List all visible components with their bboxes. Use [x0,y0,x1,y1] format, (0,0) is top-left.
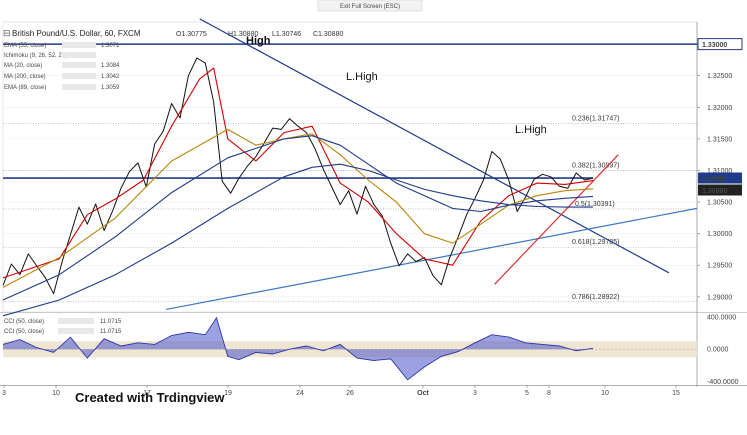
indicator-ma200-value: 1.3042 [101,74,120,80]
y-tick-label: 1.30500 [707,200,732,207]
cci-legend-controls-1[interactable] [58,318,94,324]
price-label-upper: 1.33000 [697,38,743,51]
annotation-high: High [246,35,271,47]
price-label-current-text: 1.30881 [702,176,727,183]
y-tick-label: 1.30000 [707,231,732,238]
price-label-close: 1.30880 [698,184,742,196]
cci-tick-label: 0.0000 [707,347,729,354]
indicator-ema89-value: 1.3059 [101,85,120,91]
annotation-lower-high-2: L.High [515,124,547,136]
indicator-ma20-label: MA (20, close) [4,63,42,69]
x-tick-label: 10 [601,390,609,397]
indicator-ma20-controls[interactable] [62,62,96,68]
indicator-ema55-controls[interactable] [62,42,96,48]
fib-level-label: 0.236(1.31747) [572,115,619,122]
indicator-ema89-controls[interactable] [62,84,96,90]
cci-legend-value-1: 11.0715 [100,319,122,325]
legend-collapse-icon[interactable]: ⊟ [3,28,11,38]
fib-level-label: 0.786(1.28922) [572,294,619,301]
symbol-title: British Pound/U.S. Dollar, 60, FXCM [12,29,141,38]
indicator-ma20-value: 1.3084 [101,63,120,69]
indicator-ichimoku-label: Ichimoku (9, 26, 52, 26) [4,53,67,59]
y-tick-label: 1.31500 [707,136,732,143]
ohlc-open: O1.30775 [176,31,207,38]
price-label-upper-text: 1.33000 [702,42,727,49]
x-tick-label: 15 [672,390,680,397]
indicator-ma200-label: MA (200, close) [4,74,46,80]
x-tick-label: 5 [525,390,529,397]
cci-legend-value-2: 11.0715 [100,329,122,335]
indicator-ema55-label: EMA (55, close) [4,43,46,49]
y-tick-label: 1.29500 [707,263,732,270]
indicator-ema89-label: EMA (89, close) [4,85,46,91]
price-label-close-text: 1.30880 [702,188,727,195]
ohlc-low: L1.30746 [272,31,301,38]
chart-screenshot: 0.236(1.31747) 0.382(1.30997) 0.5(1.30391)… [0,0,747,430]
fullscreen-bar[interactable]: Exit Full Screen (ESC) [317,0,423,12]
x-tick-label: 10 [52,390,60,397]
ohlc-close: C1.30880 [313,31,343,38]
annotation-lower-high-1: L.High [346,71,378,83]
x-tick-label: Oct [417,390,429,397]
fib-level-label: 0.382(1.30997) [572,163,619,170]
y-tick-label: 1.32000 [707,105,732,112]
x-tick-label: 8 [547,390,551,397]
y-tick-label: 1.32500 [707,73,732,80]
indicator-ma200-controls[interactable] [62,73,96,79]
cci-tick-label: -400.0000 [707,379,739,386]
x-tick-label: 3 [2,390,6,397]
indicator-ema55-value: 1.3071 [101,43,120,49]
cci-tick-label: 400.0000 [707,315,736,322]
cci-legend-label-2: CCI (50, close) [4,329,44,335]
y-tick-label: 1.29000 [707,294,732,301]
price-chart[interactable]: 0.236(1.31747)0.382(1.30997)0.5(1.30391)… [0,0,747,430]
cci-legend-controls-2[interactable] [58,328,94,334]
indicator-ichimoku-controls[interactable] [62,52,96,58]
x-tick-label: 24 [296,390,304,397]
watermark-text: Created with Trdingview [75,390,225,405]
exit-fullscreen-label[interactable]: Exit Full Screen (ESC) [340,4,400,10]
x-tick-label: 19 [224,390,232,397]
cci-legend-label-1: CCI (50, close) [4,319,44,325]
price-label-current: 1.30881 [698,172,742,184]
x-tick-label: 26 [346,390,354,397]
x-tick-label: 3 [473,390,477,397]
